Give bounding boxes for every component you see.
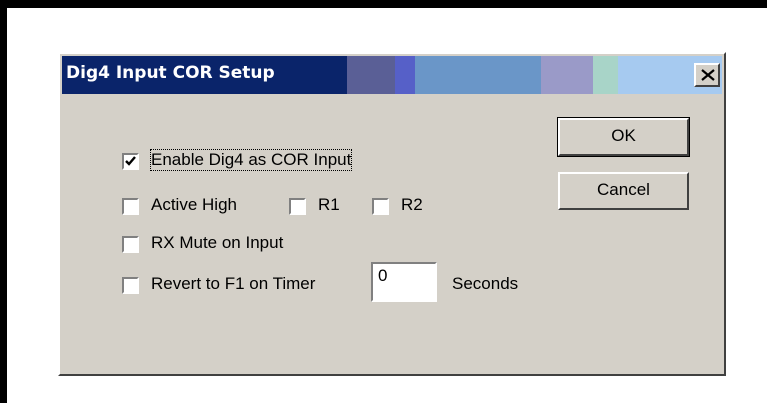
active-high-checkbox[interactable] [122, 198, 139, 215]
title-bar-segment [541, 56, 593, 94]
ok-button[interactable]: OK [557, 117, 690, 157]
r1-checkbox[interactable] [289, 198, 306, 215]
seconds-label: Seconds [452, 274, 519, 293]
cancel-button[interactable]: Cancel [558, 172, 689, 210]
close-button[interactable] [694, 63, 720, 87]
window-frame-top [0, 0, 767, 8]
window-frame-left [0, 0, 7, 403]
title-bar-segment [347, 56, 395, 94]
checkmark-icon [125, 156, 136, 166]
active-high-label[interactable]: Active High [151, 195, 237, 215]
ok-button-label: OK [611, 126, 636, 145]
enable-dig4-checkbox[interactable] [122, 153, 139, 170]
enable-dig4-label[interactable]: Enable Dig4 as COR Input [149, 149, 353, 171]
cor-setup-dialog: Dig4 Input COR Setup OK Cancel Enable Di… [58, 52, 726, 376]
cancel-button-label: Cancel [597, 180, 650, 199]
title-bar-segment [395, 56, 415, 94]
r1-label[interactable]: R1 [318, 195, 340, 215]
rx-mute-label[interactable]: RX Mute on Input [151, 233, 283, 253]
revert-f1-checkbox[interactable] [122, 277, 139, 294]
close-icon [701, 69, 715, 81]
timer-seconds-input[interactable]: 0 [371, 262, 437, 302]
dialog-title: Dig4 Input COR Setup [66, 63, 275, 83]
r2-label[interactable]: R2 [401, 195, 423, 215]
revert-f1-label[interactable]: Revert to F1 on Timer [151, 274, 315, 294]
rx-mute-checkbox[interactable] [122, 236, 139, 253]
r2-checkbox[interactable] [372, 198, 389, 215]
title-bar[interactable]: Dig4 Input COR Setup [62, 56, 722, 94]
title-bar-segment [593, 56, 618, 94]
title-bar-segment [415, 56, 541, 94]
